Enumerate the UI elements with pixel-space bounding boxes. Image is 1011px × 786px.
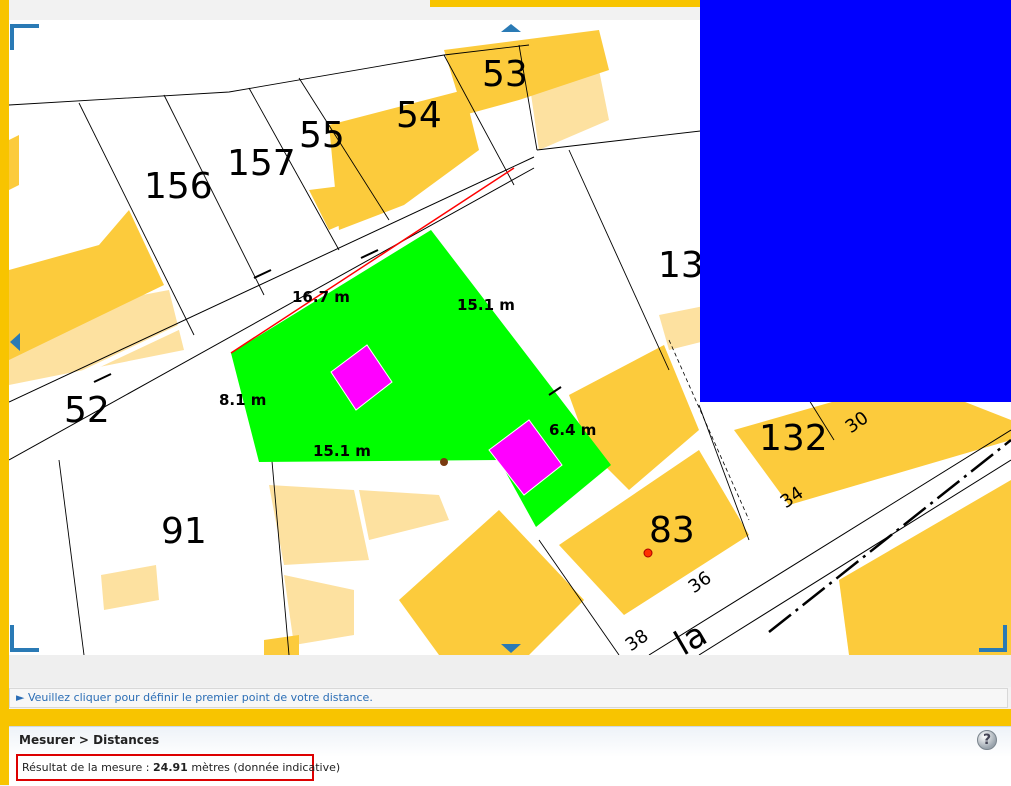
parcel-number: 54: [396, 95, 442, 136]
parcel-number: 132: [759, 418, 828, 459]
result-suffix: mètres (donnée indicative): [191, 761, 341, 774]
breadcrumb: Mesurer > Distances: [19, 733, 160, 747]
result-box: Résultat de la mesure : 24.91 mètres (do…: [16, 754, 340, 781]
parcel-number: 91: [161, 511, 207, 552]
top-strip: [9, 0, 430, 20]
parcel-number: 55: [299, 115, 345, 156]
measurement-label: 16.7 m: [292, 288, 350, 306]
measurement-label: 8.1 m: [219, 391, 266, 409]
measurement-label: 15.1 m: [313, 442, 371, 460]
measurement-label: 6.4 m: [549, 421, 596, 439]
instruction-bar: ► Veuillez cliquer pour définir le premi…: [9, 688, 1008, 708]
yellow-band: [0, 709, 1011, 726]
left-accent-bar: [0, 0, 9, 785]
parcel-number: 52: [64, 390, 110, 431]
parcel-number: 157: [227, 143, 296, 184]
result-value: 24.91: [153, 761, 188, 774]
map-bottom-gap: [9, 655, 1011, 687]
parcel-number: 53: [482, 54, 528, 95]
result-prefix: Résultat de la mesure :: [22, 761, 150, 774]
map-overlay-panel: [700, 0, 1011, 402]
measurement-label: 15.1 m: [457, 296, 515, 314]
instruction-text: ► Veuillez cliquer pour définir le premi…: [16, 691, 373, 704]
top-accent-bar: [430, 0, 700, 7]
measure-panel: Mesurer > Distances ? Résultat de la mes…: [9, 726, 1011, 786]
parcel-number: 13: [658, 245, 704, 286]
parcel-number: 156: [144, 166, 213, 207]
help-question-icon[interactable]: ?: [977, 730, 997, 750]
parcel-number: 83: [649, 510, 695, 551]
